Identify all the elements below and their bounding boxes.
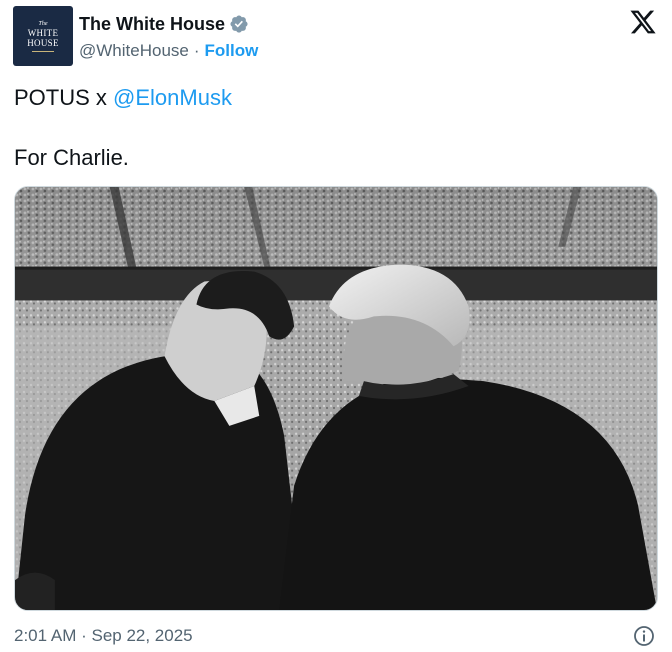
tweet-card: The WHITE HOUSE The White House @WhiteHo… (0, 0, 672, 652)
post-photo[interactable] (14, 186, 658, 611)
avatar-divider (32, 50, 54, 52)
info-icon[interactable] (632, 624, 656, 648)
avatar-text-white: WHITE (27, 27, 59, 38)
avatar[interactable]: The WHITE HOUSE (13, 6, 73, 66)
avatar-text-the: The (38, 20, 48, 27)
mention-link[interactable]: @ElonMusk (113, 85, 232, 110)
author-name-row: The White House (79, 12, 249, 36)
post-text-line-1: POTUS x @ElonMusk (14, 84, 232, 112)
follow-button[interactable]: Follow (205, 41, 259, 61)
post-text-prefix: POTUS x (14, 85, 114, 110)
photo-illustration (15, 187, 657, 610)
author-handle[interactable]: @WhiteHouse (79, 41, 189, 61)
avatar-text-house: HOUSE (27, 37, 59, 48)
x-logo-icon[interactable] (628, 8, 658, 36)
handle-separator: · (193, 41, 200, 60)
post-timestamp[interactable]: 2:01 AM · Sep 22, 2025 (14, 624, 193, 648)
author-display-name[interactable]: The White House (79, 14, 225, 35)
verified-badge-icon (230, 15, 248, 33)
author-handle-row: @WhiteHouse · Follow (79, 40, 258, 62)
post-text-line-2: For Charlie. (14, 145, 129, 170)
